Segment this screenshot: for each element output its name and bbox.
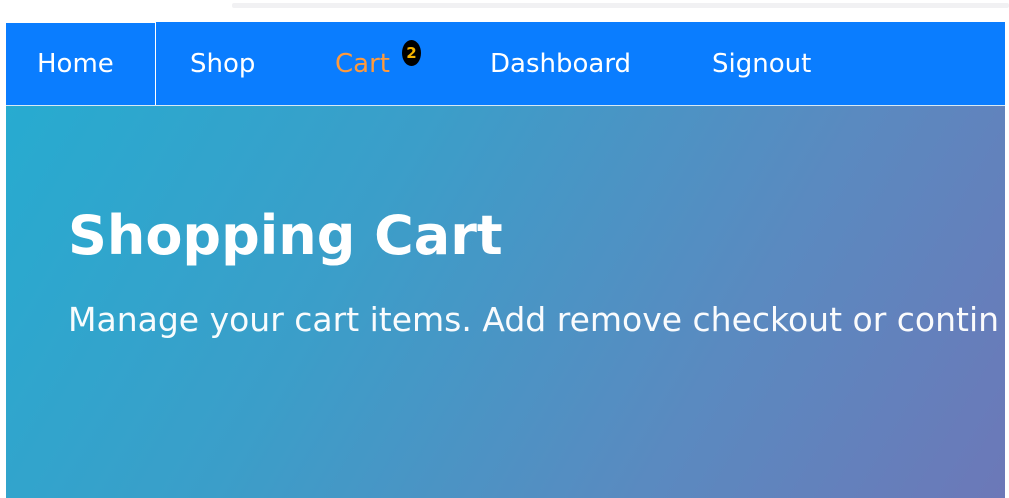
page: Home Shop Cart 2 Dashboard Signout Shopp… bbox=[6, 22, 1005, 498]
navbar: Home Shop Cart 2 Dashboard Signout bbox=[6, 22, 1005, 105]
horizontal-scrollbar[interactable] bbox=[232, 3, 1009, 8]
nav-item-dashboard[interactable]: Dashboard bbox=[490, 22, 712, 105]
browser-top-strip bbox=[0, 0, 1009, 22]
nav-item-signout-label: Signout bbox=[712, 48, 812, 79]
nav-item-cart[interactable]: Cart 2 bbox=[335, 22, 453, 105]
nav-item-shop[interactable]: Shop bbox=[190, 22, 300, 105]
cart-count-badge: 2 bbox=[402, 40, 421, 66]
page-title: Shopping Cart bbox=[68, 204, 503, 267]
nav-item-home[interactable]: Home bbox=[6, 22, 156, 105]
nav-item-cart-label: Cart bbox=[335, 48, 390, 79]
hero-banner: Shopping Cart Manage your cart items. Ad… bbox=[6, 105, 1005, 498]
nav-item-shop-label: Shop bbox=[190, 48, 256, 79]
nav-item-signout[interactable]: Signout bbox=[712, 22, 811, 105]
nav-item-home-label: Home bbox=[37, 49, 114, 79]
page-subtitle: Manage your cart items. Add remove check… bbox=[68, 300, 1000, 339]
nav-item-dashboard-label: Dashboard bbox=[490, 48, 632, 79]
